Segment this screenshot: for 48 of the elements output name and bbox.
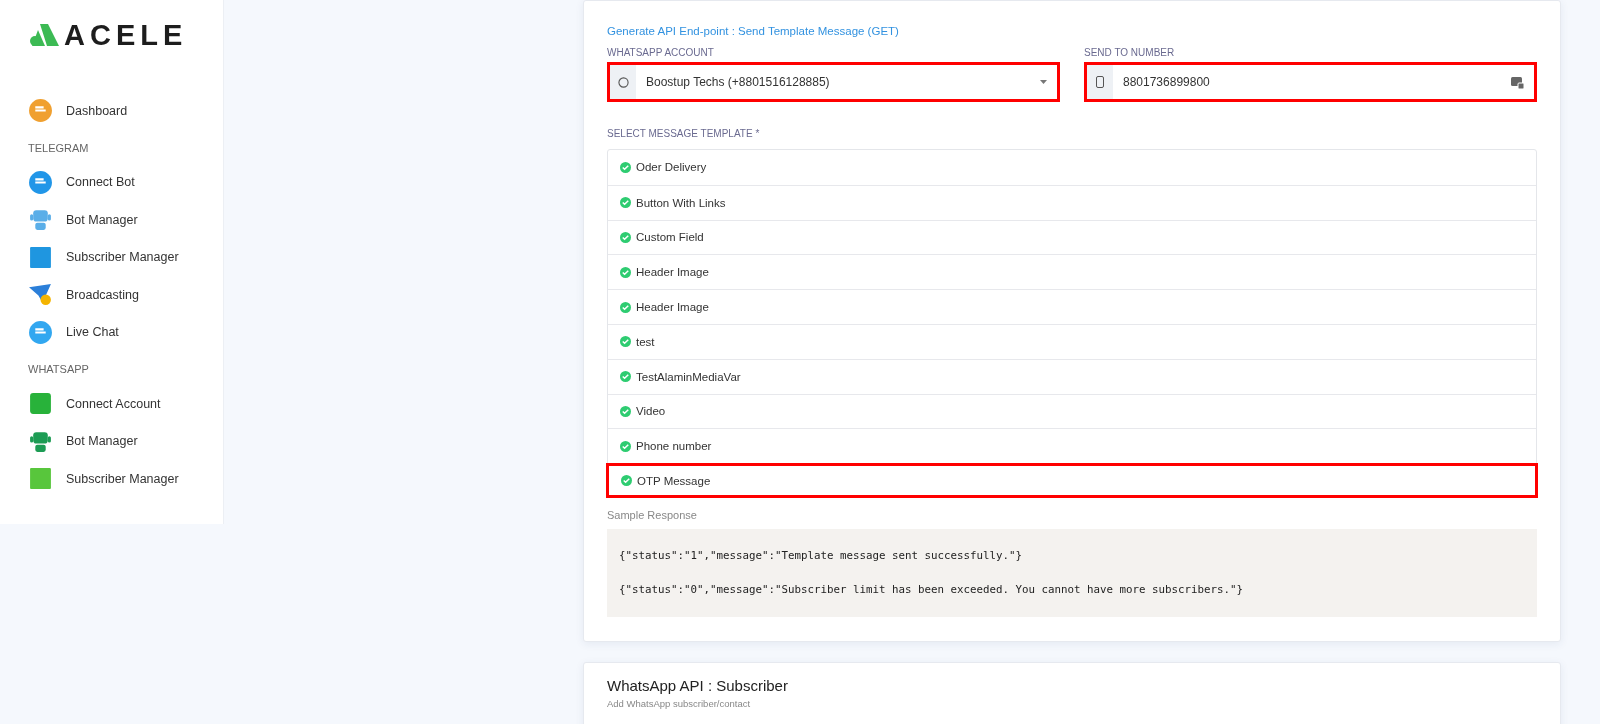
template-option[interactable]: Oder Delivery bbox=[608, 150, 1536, 185]
sidebar-item[interactable]: Connect Account bbox=[28, 385, 223, 423]
account-select[interactable]: Boostup Techs (+8801516128885) bbox=[607, 62, 1060, 102]
card-subtitle: Add WhatsApp subscriber/contact bbox=[607, 697, 752, 709]
sidebar-item[interactable]: Subscriber Manager bbox=[28, 460, 223, 498]
template-option[interactable]: test bbox=[608, 324, 1536, 359]
caret-icon bbox=[1040, 80, 1047, 84]
check-circle-icon bbox=[620, 371, 631, 383]
sidebar-item[interactable]: Dashboard bbox=[28, 92, 223, 130]
sidebar-item[interactable]: Broadcasting bbox=[28, 276, 223, 314]
template-option[interactable]: Button With Links bbox=[608, 184, 1536, 220]
field-label: SEND TO NUMBER bbox=[1084, 47, 1176, 58]
sample-response-label: Sample Response bbox=[607, 508, 698, 521]
field-label: SELECT MESSAGE TEMPLATE * bbox=[607, 128, 761, 139]
robot-icon bbox=[28, 207, 53, 233]
sidebar-item[interactable]: Bot Manager bbox=[28, 201, 223, 239]
sidebar-item[interactable]: Subscriber Manager bbox=[28, 238, 223, 276]
card-title: WhatsApp API : Subscriber bbox=[607, 676, 789, 694]
check-circle-icon bbox=[620, 301, 631, 313]
template-option[interactable]: Header Image bbox=[608, 289, 1536, 324]
sidebar-item[interactable]: Bot Manager bbox=[28, 422, 223, 460]
contact-card-icon bbox=[1511, 75, 1524, 89]
check-circle-icon bbox=[620, 232, 631, 243]
check-circle-icon bbox=[620, 336, 631, 348]
template-option[interactable]: Video bbox=[608, 393, 1536, 429]
check-circle-icon bbox=[621, 475, 632, 487]
sidebar-item[interactable]: Live Chat bbox=[28, 313, 223, 351]
check-circle-icon bbox=[620, 197, 631, 209]
template-option[interactable]: TestAlaminMediaVar bbox=[608, 358, 1536, 394]
section-heading: TELEGRAM bbox=[28, 141, 90, 154]
code-line: {"status":"1","message":"Template message sent successfully."} bbox=[619, 547, 1024, 564]
code-line: {"status":"0","message":"Subscriber limit has been exceeded. You cannot have more subscribers."} bbox=[619, 581, 1245, 598]
number-field[interactable]: 8801736899800 bbox=[1084, 62, 1537, 102]
chat-bubble-icon bbox=[28, 319, 53, 345]
check-circle-icon bbox=[620, 405, 631, 417]
template-option[interactable]: Header Image bbox=[608, 254, 1536, 290]
check-circle-icon bbox=[620, 161, 631, 173]
template-option[interactable]: Phone number bbox=[608, 428, 1536, 464]
check-circle-icon bbox=[620, 440, 631, 452]
mobile-phone-icon bbox=[1096, 76, 1104, 88]
sidebar-item[interactable]: Connect Bot bbox=[28, 163, 223, 201]
logo-icon bbox=[28, 22, 60, 48]
template-option[interactable]: Custom Field bbox=[608, 219, 1536, 255]
logo-text: ACELE bbox=[64, 18, 188, 52]
section-heading: WHATSAPP bbox=[28, 363, 90, 375]
check-circle-icon bbox=[620, 266, 631, 278]
template-option[interactable]: OTP Message bbox=[606, 463, 1538, 498]
field-label: WHATSAPP ACCOUNT bbox=[607, 47, 715, 58]
